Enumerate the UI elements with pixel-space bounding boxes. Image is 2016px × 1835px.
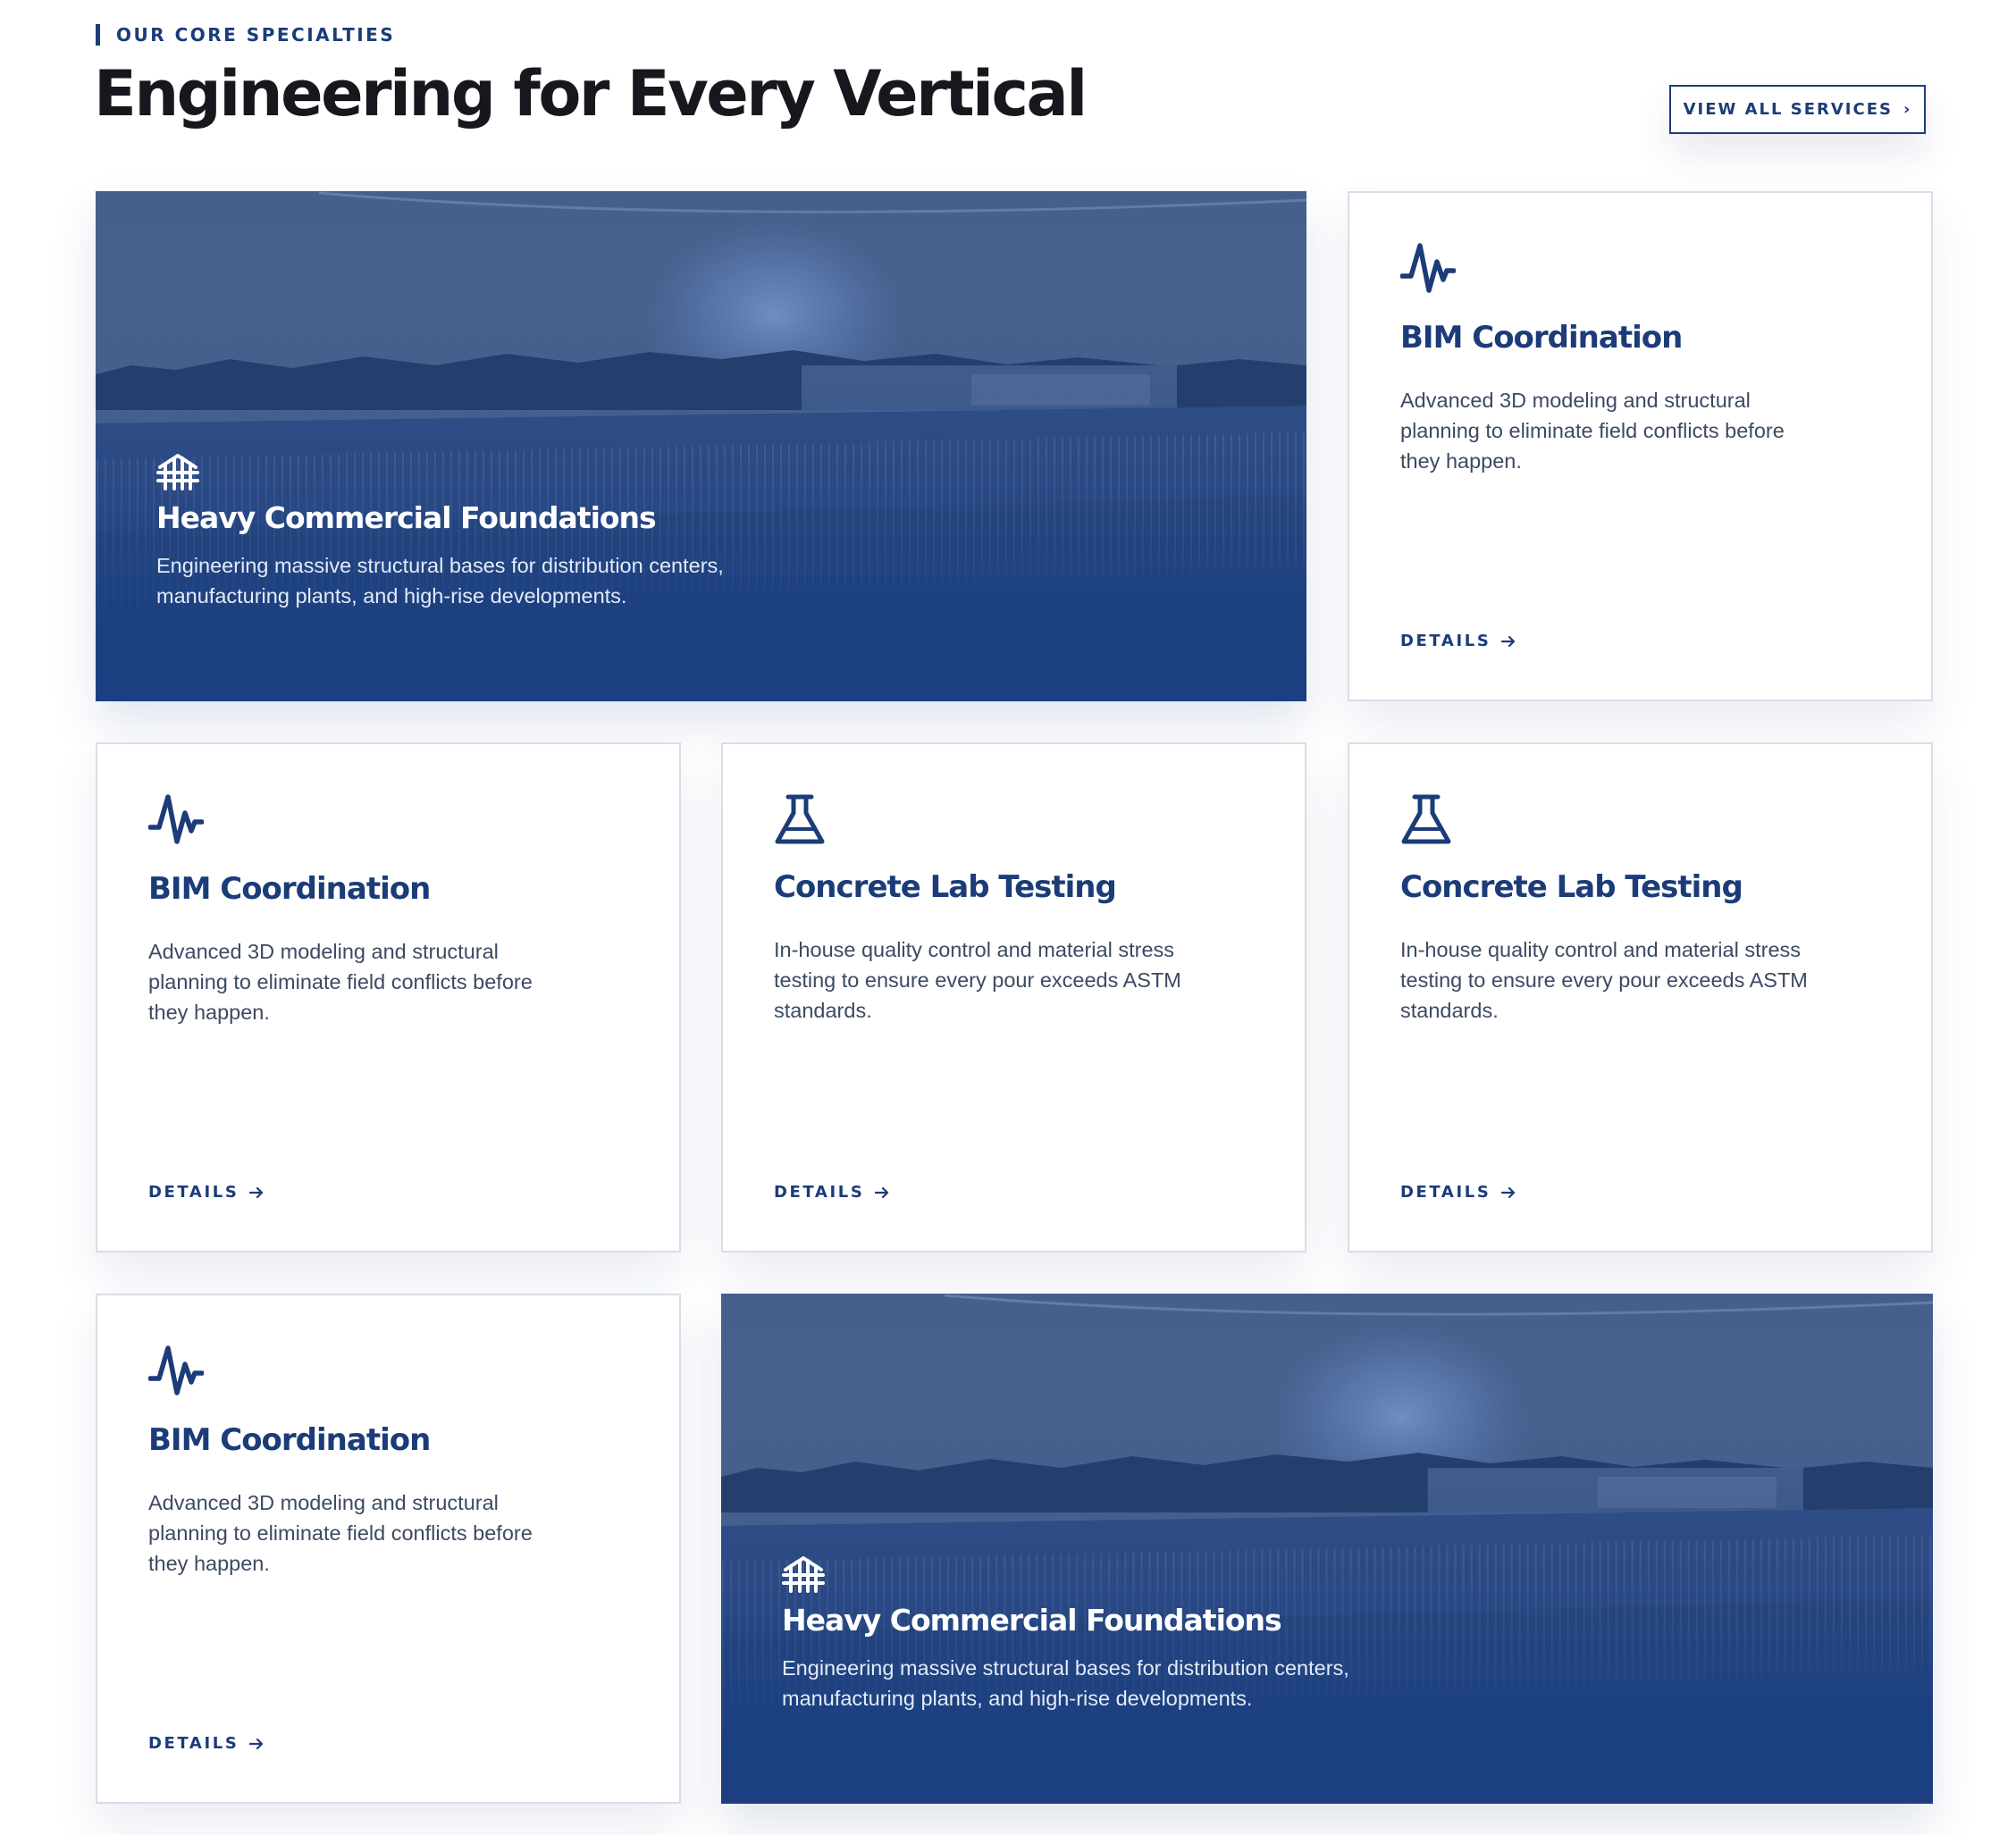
service-card-concrete-lab-testing[interactable]: Concrete Lab Testing In-house quality co… bbox=[1348, 742, 1933, 1253]
card-description: In-house quality control and material st… bbox=[1400, 938, 1808, 1022]
feature-card-title: Heavy Commercial Foundations bbox=[156, 500, 657, 535]
card-title: Concrete Lab Testing bbox=[774, 869, 1117, 905]
card-title: BIM Coordination bbox=[148, 871, 431, 907]
card-title: BIM Coordination bbox=[148, 1422, 431, 1458]
feature-card-heavy-commercial-foundations[interactable]: Heavy Commercial Foundations Engineering… bbox=[721, 1294, 1933, 1804]
service-card-concrete-lab-testing[interactable]: Concrete Lab Testing In-house quality co… bbox=[721, 742, 1306, 1253]
service-card-bim-coordination[interactable]: BIM Coordination Advanced 3D modeling an… bbox=[96, 1294, 681, 1804]
pulse-icon bbox=[148, 793, 204, 847]
details-label: DETAILS bbox=[1400, 1183, 1491, 1202]
details-link[interactable]: DETAILS bbox=[148, 1183, 264, 1202]
pulse-icon bbox=[148, 1345, 204, 1398]
arrow-right-icon bbox=[1501, 1186, 1516, 1199]
arrow-right-icon bbox=[875, 1186, 889, 1199]
service-card-bim-coordination[interactable]: BIM Coordination Advanced 3D modeling an… bbox=[1348, 191, 1933, 701]
arrow-right-icon bbox=[249, 1186, 264, 1199]
flask-icon bbox=[1400, 793, 1456, 847]
details-label: DETAILS bbox=[148, 1734, 239, 1753]
feature-card-description: Engineering massive structural bases for… bbox=[156, 554, 724, 607]
details-link[interactable]: DETAILS bbox=[774, 1183, 889, 1202]
service-card-bim-coordination[interactable]: BIM Coordination Advanced 3D modeling an… bbox=[96, 742, 681, 1253]
foundation-icon bbox=[156, 453, 199, 490]
card-title: Concrete Lab Testing bbox=[1400, 869, 1743, 905]
arrow-right-icon bbox=[1501, 635, 1516, 648]
view-all-label: VIEW ALL SERVICES bbox=[1683, 100, 1893, 119]
details-link[interactable]: DETAILS bbox=[1400, 632, 1516, 650]
chevron-right-icon: › bbox=[1903, 100, 1912, 119]
section-headline: Engineering for Every Vertical bbox=[94, 57, 1088, 130]
details-link[interactable]: DETAILS bbox=[1400, 1183, 1516, 1202]
section-eyebrow: OUR CORE SPECIALTIES bbox=[96, 24, 395, 46]
card-description: In-house quality control and material st… bbox=[774, 938, 1181, 1022]
arrow-right-icon bbox=[249, 1738, 264, 1750]
details-label: DETAILS bbox=[774, 1183, 865, 1202]
card-description: Advanced 3D modeling and structural plan… bbox=[148, 940, 533, 1024]
construction-site-image bbox=[96, 191, 1306, 701]
construction-site-image bbox=[721, 1294, 1933, 1804]
feature-card-title: Heavy Commercial Foundations bbox=[782, 1603, 1282, 1638]
card-description: Advanced 3D modeling and structural plan… bbox=[1400, 389, 1785, 473]
card-title: BIM Coordination bbox=[1400, 320, 1683, 356]
card-description: Advanced 3D modeling and structural plan… bbox=[148, 1491, 533, 1575]
details-label: DETAILS bbox=[1400, 632, 1491, 650]
eyebrow-text: OUR CORE SPECIALTIES bbox=[116, 24, 396, 46]
view-all-services-button[interactable]: VIEW ALL SERVICES › bbox=[1669, 85, 1926, 134]
eyebrow-accent-bar bbox=[96, 24, 100, 46]
pulse-icon bbox=[1400, 242, 1456, 296]
details-label: DETAILS bbox=[148, 1183, 239, 1202]
feature-card-heavy-commercial-foundations[interactable]: Heavy Commercial Foundations Engineering… bbox=[96, 191, 1306, 701]
foundation-icon bbox=[782, 1555, 825, 1593]
details-link[interactable]: DETAILS bbox=[148, 1734, 264, 1753]
flask-icon bbox=[774, 793, 829, 847]
feature-card-description: Engineering massive structural bases for… bbox=[782, 1656, 1349, 1710]
